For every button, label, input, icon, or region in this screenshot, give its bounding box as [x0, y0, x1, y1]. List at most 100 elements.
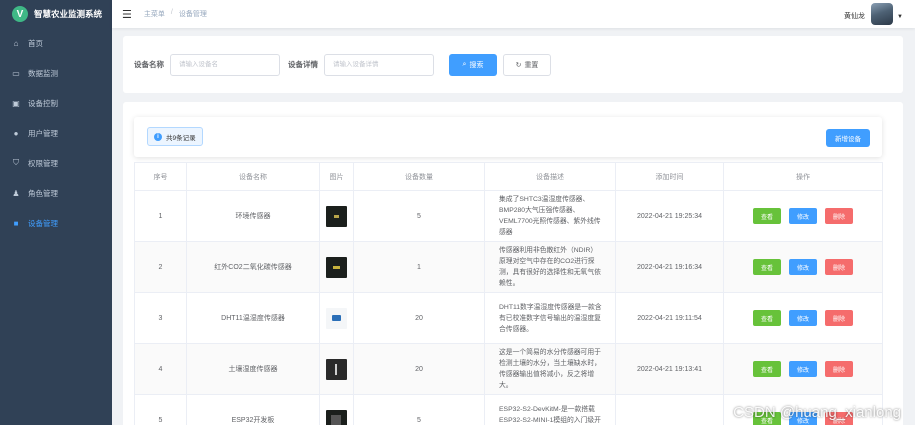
- home-icon: ⌂: [13, 38, 19, 48]
- sidebar-item-label: 数据监测: [28, 68, 58, 78]
- user-menu[interactable]: 黄仙龙 ▼: [844, 3, 903, 25]
- search-button[interactable]: ⌕ 搜索: [449, 53, 497, 76]
- sidebar-item-label: 设备控制: [28, 98, 58, 108]
- sidebar-item-label: 角色管理: [28, 188, 58, 198]
- edit-button[interactable]: 修改: [789, 310, 817, 326]
- cell-no: 3: [134, 292, 187, 344]
- cell-description: ESP32-S2-DevKitM-是一款搭载ESP32-S2-MINI-1模组的…: [484, 394, 616, 425]
- shield-icon: ⛉: [13, 158, 19, 167]
- device-detail-input[interactable]: [324, 53, 434, 76]
- app-logo[interactable]: V 智慧农业监测系统: [0, 0, 112, 28]
- device-detail-label: 设备详情: [288, 60, 318, 69]
- sidebar-item-label: 设备管理: [28, 218, 58, 228]
- sidebar-item-home[interactable]: ⌂ 首页: [0, 28, 112, 58]
- cell-no: 1: [134, 190, 187, 242]
- column-header-time: 添加时间: [615, 162, 724, 191]
- cell-quantity: 5: [353, 394, 485, 425]
- caret-down-icon[interactable]: ▼: [897, 14, 903, 20]
- cell-name: ESP32开发板: [186, 394, 320, 425]
- sidebar-item-permission-management[interactable]: ⛉ 权限管理: [0, 148, 112, 178]
- cell-quantity: 1: [353, 241, 485, 293]
- app-title: 智慧农业监测系统: [34, 9, 103, 19]
- device-thumbnail[interactable]: [326, 307, 347, 329]
- edit-button[interactable]: 修改: [789, 259, 817, 275]
- cell-time: 2022-04-21 19:13:41: [615, 343, 724, 395]
- table-row: 4 土壤湿度传感器 20 这是一个简易的水分传感器可用于检测土壤的水分，当土壤缺…: [134, 343, 883, 395]
- device-thumbnail[interactable]: [326, 358, 347, 380]
- cell-time: [615, 394, 724, 425]
- sidebar-item-data-monitor[interactable]: ▭ 数据监测: [0, 58, 112, 88]
- table-row: 2 红外CO2二氧化碳传感器 1 传感器利用非色散红外（NDIR）原理对空气中存…: [134, 241, 883, 293]
- breadcrumb-separator: /: [170, 9, 173, 16]
- column-header-description: 设备描述: [484, 162, 616, 191]
- cell-description: 传感器利用非色散红外（NDIR）原理对空气中存在的CO2进行探测，具有很好的选择…: [484, 241, 616, 293]
- cell-image: [319, 292, 354, 344]
- add-device-button[interactable]: 新增设备: [826, 129, 870, 147]
- cell-actions: 查看 修改 删除: [723, 190, 883, 242]
- cell-no: 4: [134, 343, 187, 395]
- column-header-actions: 操作: [723, 162, 883, 191]
- edit-button[interactable]: 修改: [789, 361, 817, 377]
- table-row: 3 DHT11温湿度传感器 20 DHT11数字温湿度传感器是一款含有已校准数字…: [134, 292, 883, 344]
- cell-actions: 查看 修改 删除: [723, 241, 883, 293]
- role-icon: ♟: [12, 188, 20, 198]
- watermark: CSDN @huang_xianlong: [733, 404, 901, 421]
- cell-quantity: 20: [353, 292, 485, 344]
- hamburger-menu-icon[interactable]: ☰: [122, 8, 132, 21]
- device-thumbnail[interactable]: [326, 409, 347, 425]
- cell-no: 5: [134, 394, 187, 425]
- delete-button[interactable]: 删除: [825, 310, 853, 326]
- logo-badge-icon: V: [12, 6, 28, 22]
- device-name-input[interactable]: [170, 53, 280, 76]
- cell-image: [319, 241, 354, 293]
- sidebar-item-device-management[interactable]: ■ 设备管理: [0, 208, 112, 238]
- sidebar-item-user-management[interactable]: ● 用户管理: [0, 118, 112, 148]
- cell-name: 红外CO2二氧化碳传感器: [186, 241, 320, 293]
- column-header-quantity: 设备数量: [353, 162, 485, 191]
- view-button[interactable]: 查看: [753, 208, 781, 224]
- delete-button[interactable]: 删除: [825, 208, 853, 224]
- delete-button[interactable]: 删除: [825, 259, 853, 275]
- device-list-card: i 共9条记录 新增设备 序号 设备名称 图片 设备数量 设备描述 添加时间 操…: [123, 102, 903, 425]
- record-count-text: 共9条记录: [166, 134, 196, 142]
- view-button[interactable]: 查看: [753, 310, 781, 326]
- cell-quantity: 5: [353, 190, 485, 242]
- device-thumbnail[interactable]: [326, 205, 347, 227]
- device-name-label: 设备名称: [134, 60, 164, 69]
- sidebar-item-device-control[interactable]: ▣ 设备控制: [0, 88, 112, 118]
- view-button[interactable]: 查看: [753, 361, 781, 377]
- control-icon: ▣: [12, 98, 20, 108]
- sidebar-item-label: 权限管理: [28, 158, 58, 168]
- table-row: 1 环境传感器 5 集成了SHTC3温湿度传感器、BMP280大气压强传感器、V…: [134, 190, 883, 242]
- breadcrumb-item-device-management: 设备管理: [178, 11, 207, 18]
- cell-time: 2022-04-21 19:25:34: [615, 190, 724, 242]
- cell-name: 环境传感器: [186, 190, 320, 242]
- delete-button[interactable]: 删除: [825, 361, 853, 377]
- column-header-no: 序号: [134, 162, 187, 191]
- cell-actions: 查看 修改 删除: [723, 343, 883, 395]
- edit-button[interactable]: 修改: [789, 208, 817, 224]
- cell-time: 2022-04-21 19:11:54: [615, 292, 724, 344]
- cell-image: [319, 190, 354, 242]
- record-count-tag: i 共9条记录: [147, 127, 203, 146]
- reset-button[interactable]: ↻ 重置: [503, 53, 551, 76]
- sidebar-item-role-management[interactable]: ♟ 角色管理: [0, 178, 112, 208]
- cell-name: 土壤湿度传感器: [186, 343, 320, 395]
- table-header-row: 序号 设备名称 图片 设备数量 设备描述 添加时间 操作: [134, 162, 883, 191]
- sidebar-item-label: 用户管理: [28, 128, 58, 138]
- cell-quantity: 20: [353, 343, 485, 395]
- info-icon: i: [154, 132, 162, 141]
- cell-image: [319, 343, 354, 395]
- cell-actions: 查看 修改 删除: [723, 292, 883, 344]
- cell-name: DHT11温湿度传感器: [186, 292, 320, 344]
- cell-description: 集成了SHTC3温湿度传感器、BMP280大气压强传感器、VEML7700光照传…: [484, 190, 616, 242]
- navbar: ☰ 主菜单 / 设备管理 黄仙龙 ▼: [112, 0, 915, 28]
- view-button[interactable]: 查看: [753, 259, 781, 275]
- column-header-name: 设备名称: [186, 162, 320, 191]
- device-table: 序号 设备名称 图片 设备数量 设备描述 添加时间 操作 1 环境传感器 5 集…: [134, 162, 883, 425]
- breadcrumb-item-main-menu[interactable]: 主菜单: [144, 9, 165, 19]
- column-header-image: 图片: [319, 162, 354, 191]
- device-thumbnail[interactable]: [326, 256, 347, 278]
- avatar[interactable]: [871, 3, 894, 25]
- refresh-icon: ↻: [515, 61, 522, 69]
